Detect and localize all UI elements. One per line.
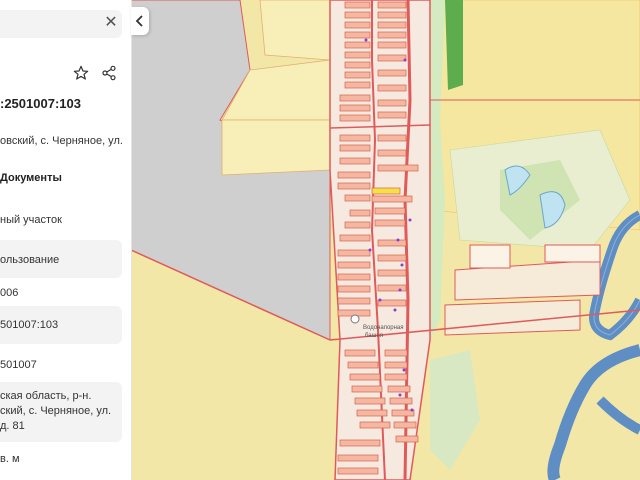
poi-label: Водонапорная bbox=[363, 325, 404, 331]
address-line-2: ский, с. Черняное, ул. bbox=[0, 405, 112, 417]
selected-parcel bbox=[371, 187, 401, 195]
code-value: 006 bbox=[0, 287, 19, 299]
cadastral-block-value: 501007:103 bbox=[0, 319, 59, 331]
share-icon[interactable] bbox=[98, 62, 120, 84]
address-short: овский, с. Черняное, ул. bbox=[0, 135, 123, 147]
collapse-panel-button[interactable] bbox=[131, 7, 149, 35]
address-line-3: д. 81 bbox=[0, 420, 25, 432]
area-unit: в. м bbox=[0, 453, 20, 465]
close-icon[interactable]: ✕ bbox=[103, 14, 119, 32]
cadastral-number: :2501007:103 bbox=[0, 96, 81, 111]
star-icon[interactable] bbox=[70, 62, 92, 84]
address-line-1: ская область, р-н. bbox=[0, 390, 92, 402]
cadastral-quarter-value: 501007 bbox=[0, 359, 37, 371]
land-category-value: ный участок bbox=[0, 214, 62, 226]
object-info-panel: ✕ :2501007:103 овский, с. Черняное, ул. … bbox=[0, 0, 132, 480]
chevron-left-icon bbox=[135, 15, 143, 27]
poi-label: башня bbox=[365, 333, 383, 339]
documents-tab[interactable]: Документы bbox=[0, 172, 62, 184]
permitted-use-value: ользование bbox=[0, 254, 60, 266]
